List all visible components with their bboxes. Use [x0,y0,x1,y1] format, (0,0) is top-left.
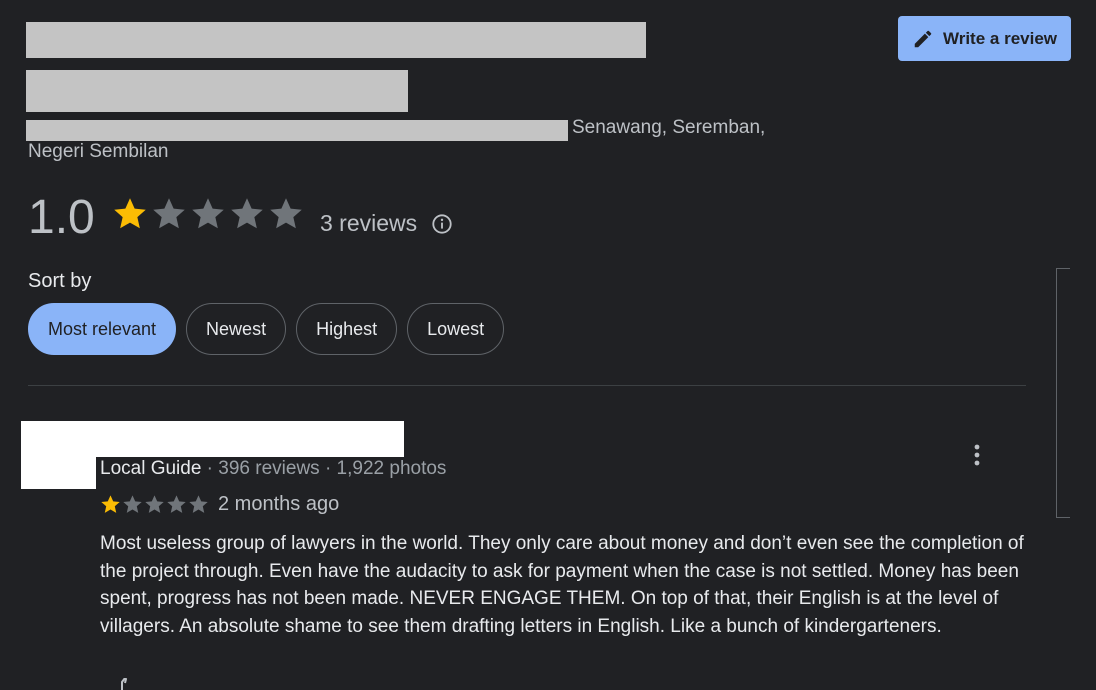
star-empty-icon [270,198,302,229]
write-review-button[interactable]: Write a review [898,16,1071,61]
more-vert-icon[interactable] [966,442,988,468]
star-empty-icon [145,495,164,513]
redacted-address [26,120,568,141]
star-empty-icon [192,198,224,229]
redacted-reviewer-name [21,421,404,457]
average-rating: 1.0 [28,191,95,244]
reviews-panel: Senawang, Seremban, Negeri Sembilan Writ… [0,0,1096,690]
review-date: 2 months ago [218,493,340,515]
star-filled-icon [101,495,120,513]
sort-newest[interactable]: Newest [186,303,287,355]
reviewer-meta: Local Guide · 396 reviews · 1,922 photos [100,458,446,480]
reviews-count: 3 reviews [320,210,418,236]
info-icon[interactable] [431,213,453,235]
address-line2: Negeri Sembilan [28,141,169,162]
address-tail: Senawang, Seremban, [572,117,766,138]
sort-by-label: Sort by [28,270,92,292]
sort-highest[interactable]: Highest [296,303,398,355]
sort-lowest[interactable]: Lowest [407,303,505,355]
pencil-icon [914,30,932,47]
scrollbar[interactable] [1056,268,1070,518]
redacted-place-name [26,22,646,58]
divider [28,385,1026,386]
star-empty-icon [153,198,185,229]
sort-options: Most relevant Newest Highest Lowest [28,303,505,355]
review-text: Most useless group of lawyers in the wor… [100,533,1024,637]
redacted-place-name-line2 [26,70,408,112]
star-empty-icon [167,495,186,513]
star-empty-icon [123,495,142,513]
local-guide-label: Local Guide [100,458,202,479]
star-filled-icon [114,198,146,229]
star-empty-icon [231,198,263,229]
review-stars [100,494,209,515]
thumbs-up-icon[interactable] [108,678,132,690]
sort-most-relevant[interactable]: Most relevant [28,303,177,355]
star-empty-icon [189,495,208,513]
redacted-avatar [21,456,96,489]
write-review-label: Write a review [942,28,1058,48]
reviewer-stats: · 396 reviews · 1,922 photos [201,458,447,479]
rating-stars [112,196,304,232]
